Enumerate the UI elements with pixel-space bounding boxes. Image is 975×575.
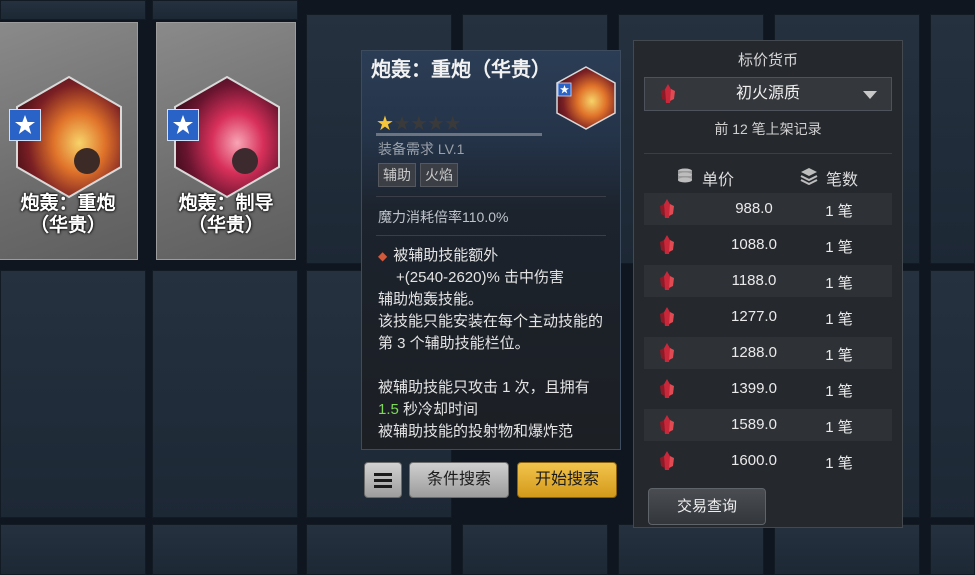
grid-cell[interactable] <box>930 14 975 264</box>
desc-text: 辅助炮轰技能。 <box>378 291 484 308</box>
layers-icon <box>800 168 818 185</box>
table-row[interactable]: 1399.0 1 笔 <box>644 373 892 405</box>
bullet-text: +(2540-2620)% 击中伤害 <box>396 269 564 286</box>
grid-cell[interactable] <box>0 270 146 518</box>
tooltip-title: 炮轰：重炮（华贵） <box>371 59 551 81</box>
red-crystal-icon <box>660 415 674 434</box>
start-search-button[interactable]: 开始搜索 <box>517 462 617 498</box>
listing-subtitle: 前 12 笔上架记录 <box>714 121 822 137</box>
desc-text-part: 被辅助技能只攻击 1 次，且拥有 <box>378 379 590 396</box>
price-column-header: 单价 <box>702 172 735 189</box>
table-row[interactable]: 1589.0 1 笔 <box>644 409 892 441</box>
star-empty-icon: ★ <box>392 113 411 135</box>
row-count: 1 笔 <box>825 455 853 472</box>
row-count: 1 笔 <box>825 419 853 436</box>
star-badge-icon <box>167 109 199 141</box>
cooldown-value: 1.5 <box>378 401 399 418</box>
price-panel: 标价货币 初火源质 前 12 笔上架记录 单价 笔数 988.0 1 笔 108… <box>633 40 903 528</box>
star-empty-icon: ★ <box>443 113 462 135</box>
desc-text-part: 秒冷却时间 <box>398 401 479 418</box>
table-row[interactable]: 1288.0 1 笔 <box>644 337 892 369</box>
tooltip-body: ◆ 被辅助技能额外 +(2540-2620)% 击中伤害 辅助炮轰技能。 该技能只… <box>378 245 610 443</box>
trade-query-button[interactable]: 交易查询 <box>648 488 766 525</box>
grid-cell[interactable] <box>774 524 920 575</box>
star-empty-icon: ★ <box>426 113 445 135</box>
row-price: 988.0 <box>735 200 773 217</box>
tag: 辅助 <box>378 163 416 187</box>
tooltip-requirement: 装备需求 LV.1 <box>378 141 465 157</box>
grid-cell[interactable] <box>152 270 298 518</box>
star-filled-icon: ★ <box>376 113 394 135</box>
red-crystal-icon <box>660 451 674 470</box>
grid-cell[interactable] <box>462 524 608 575</box>
red-crystal-icon <box>660 199 674 218</box>
red-crystal-icon <box>660 379 674 398</box>
table-row[interactable]: 988.0 1 笔 <box>644 193 892 225</box>
divider <box>376 235 606 236</box>
diamond-bullet-icon: ◆ <box>378 249 388 263</box>
desc-text: 被辅助技能的投射物和爆炸范 <box>378 423 574 440</box>
grid-cell[interactable] <box>152 524 298 575</box>
currency-select[interactable]: 初火源质 <box>644 77 892 111</box>
table-header: 单价 笔数 <box>644 161 892 191</box>
grid-cell <box>0 0 146 20</box>
red-crystal-icon <box>660 271 674 290</box>
divider <box>376 196 606 197</box>
grid-cell[interactable] <box>930 270 975 518</box>
row-price: 1277.0 <box>731 308 777 325</box>
divider <box>644 153 892 154</box>
table-row[interactable]: 1188.0 1 笔 <box>644 265 892 297</box>
desc-text: 被辅助技能只攻击 1 次，且拥有 1.5 秒冷却时间 <box>378 377 610 421</box>
chevron-down-icon <box>863 91 877 99</box>
skill-card-name: 炮轰：制导 （华贵） <box>157 193 295 237</box>
skill-card-name: 炮轰：重炮 （华贵） <box>0 193 137 237</box>
skill-card[interactable]: 炮轰：重炮 （华贵） <box>0 22 138 260</box>
star-badge-icon <box>9 109 41 141</box>
row-price: 1589.0 <box>731 416 777 433</box>
skill-card-name-line1: 炮轰：重炮 <box>20 193 116 214</box>
panel-title: 标价货币 <box>737 52 798 69</box>
condition-search-button[interactable]: 条件搜索 <box>409 462 509 498</box>
skill-card-name-line2: （华贵） <box>29 215 106 236</box>
row-count: 1 笔 <box>825 275 853 292</box>
skill-tooltip: 炮轰：重炮（华贵） ★★★★★ 装备需求 LV.1 辅助 火焰 魔力消耗倍率11… <box>361 50 621 450</box>
tag: 火焰 <box>420 163 458 187</box>
grid-cell <box>152 0 298 20</box>
table-row[interactable]: 1600.0 1 笔 <box>644 445 892 477</box>
row-count: 1 笔 <box>825 203 853 220</box>
red-crystal-icon <box>660 235 674 254</box>
table-row[interactable]: 1088.0 1 笔 <box>644 229 892 261</box>
red-crystal-icon <box>660 343 674 362</box>
row-count: 1 笔 <box>825 311 853 328</box>
red-crystal-icon <box>660 307 674 326</box>
row-price: 1188.0 <box>731 272 777 289</box>
skill-card-name-line2: （华贵） <box>187 215 264 236</box>
bullet-text: 被辅助技能额外 <box>393 247 499 264</box>
currency-select-value: 初火源质 <box>735 85 800 102</box>
grid-cell[interactable] <box>618 524 764 575</box>
count-column-header: 笔数 <box>826 172 859 189</box>
row-count: 1 笔 <box>825 239 853 256</box>
skill-card-name-line1: 炮轰：制导 <box>178 193 274 214</box>
tooltip-mana: 魔力消耗倍率110.0% <box>378 209 509 225</box>
grid-cell[interactable] <box>306 524 452 575</box>
desc-text: 该技能只能安装在每个主动技能的第 3 个辅助技能栏位。 <box>378 313 604 352</box>
row-price: 1600.0 <box>731 452 777 469</box>
row-count: 1 笔 <box>825 383 853 400</box>
table-row[interactable]: 1277.0 1 笔 <box>644 301 892 333</box>
skill-gem-icon <box>556 66 616 130</box>
star-empty-icon: ★ <box>409 113 428 135</box>
row-price: 1088.0 <box>731 236 777 253</box>
tooltip-tags: 辅助 火焰 <box>378 163 458 187</box>
row-count: 1 笔 <box>825 347 853 364</box>
coin-stack-icon <box>678 168 692 183</box>
skill-card[interactable]: 炮轰：制导 （华贵） <box>156 22 296 260</box>
grid-cell[interactable] <box>0 524 146 575</box>
row-price: 1288.0 <box>731 344 777 361</box>
grid-cell[interactable] <box>930 524 975 575</box>
level-bar <box>376 133 542 136</box>
row-price: 1399.0 <box>731 380 777 397</box>
menu-button[interactable] <box>364 462 402 498</box>
